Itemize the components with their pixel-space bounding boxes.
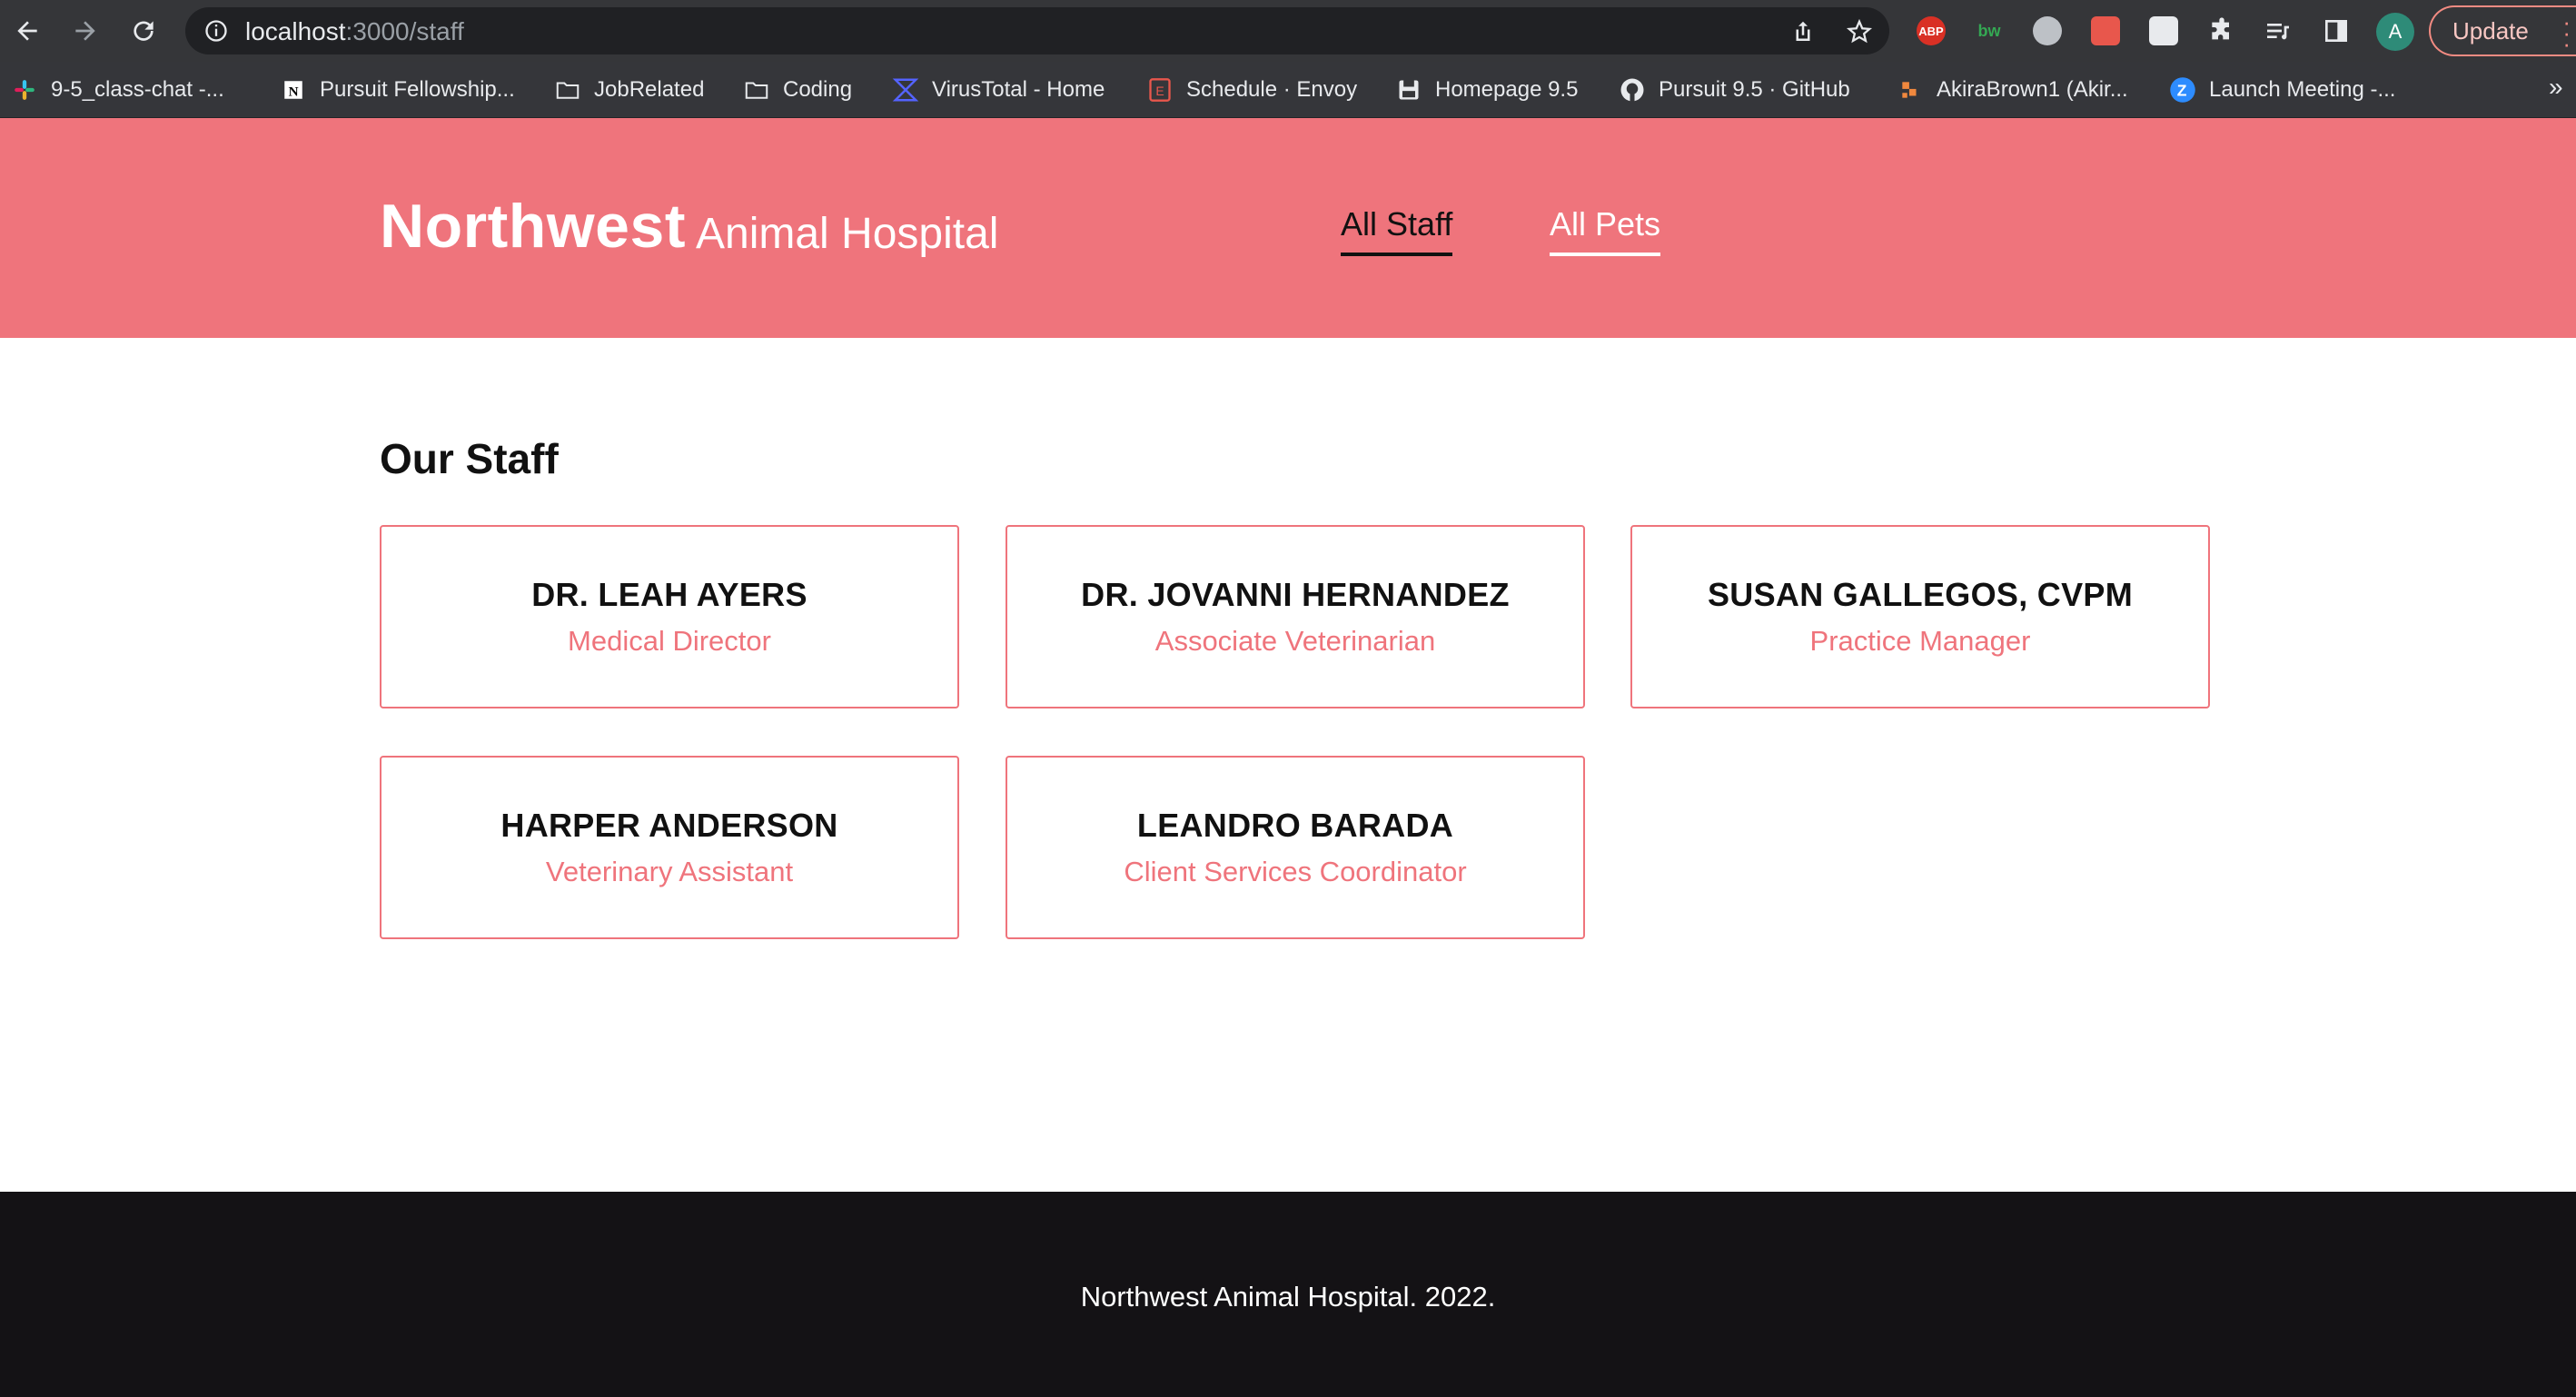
staff-role: Veterinary Assistant [545, 856, 794, 887]
svg-text:Z: Z [2177, 81, 2187, 99]
zoom-icon: Z [2169, 76, 2196, 104]
staff-name: SUSAN GALLEGOS, CVPM [1707, 576, 2134, 613]
bookmark-virustotal[interactable]: VirusTotal - Home [892, 74, 1105, 105]
logo-title[interactable]: Northwest [380, 191, 686, 262]
virustotal-icon [892, 76, 919, 104]
share-icon[interactable] [1789, 18, 1817, 45]
staff-role: Medical Director [568, 625, 771, 657]
staff-name: HARPER ANDERSON [500, 807, 838, 844]
url-host: localhost [245, 17, 346, 45]
staff-name: DR. JOVANNI HERNANDEZ [1081, 576, 1510, 613]
floppy-icon [1395, 76, 1422, 104]
staff-name: DR. LEAH AYERS [531, 576, 807, 613]
bookmark-coding[interactable]: Coding [743, 74, 852, 105]
folder-icon [554, 76, 581, 104]
adblock-plus-icon[interactable]: ABP [1917, 16, 1946, 45]
slack-icon [11, 76, 38, 104]
url-path: :3000/staff [345, 17, 464, 45]
bookmark-star-icon[interactable] [1846, 18, 1873, 45]
bookmark-pursuit-fellowship[interactable]: N Pursuit Fellowship... [280, 74, 515, 105]
reading-list-icon[interactable] [2264, 16, 2293, 45]
nav-all-pets[interactable]: All Pets [1550, 205, 1661, 256]
github-icon [1619, 76, 1646, 104]
svg-text:E: E [1155, 84, 1164, 98]
staff-name: LEANDRO BARADA [1136, 807, 1454, 844]
bitwarden-icon[interactable]: bw [1975, 16, 2004, 45]
staff-card[interactable]: LEANDRO BARADA Client Services Coordinat… [1006, 756, 1585, 939]
notion-icon: N [280, 76, 307, 104]
page-title: Our Staff [380, 435, 559, 482]
screenshot-extension-icon[interactable] [2149, 16, 2178, 45]
bookmarks-overflow-icon[interactable]: » [2549, 73, 2563, 102]
envoy-icon: E [1146, 76, 1174, 104]
site-header: Northwest Animal Hospital All Staff All … [0, 118, 2576, 338]
staff-card[interactable]: SUSAN GALLEGOS, CVPM Practice Manager [1630, 525, 2210, 708]
info-icon[interactable] [203, 18, 229, 44]
bookmark-homepage[interactable]: Homepage 9.5 [1395, 74, 1578, 105]
staff-card[interactable]: DR. LEAH AYERS Medical Director [380, 525, 959, 708]
staff-card[interactable]: DR. JOVANNI HERNANDEZ Associate Veterina… [1006, 525, 1585, 708]
circle-extension-icon[interactable] [2033, 16, 2062, 45]
bookmark-slack[interactable]: 9-5_class-chat -... [11, 74, 224, 105]
browser-toolbar: localhost:3000/staff ABP bw A Update · · · [0, 0, 2576, 62]
logo-subtitle: Animal Hospital [696, 210, 999, 258]
bookmark-zoom[interactable]: Z Launch Meeting -... [2169, 74, 2395, 105]
forward-arrow-icon[interactable] [67, 13, 104, 49]
bookmark-github[interactable]: Pursuit 9.5 · GitHub [1619, 74, 1850, 105]
update-button[interactable]: Update · · · [2429, 5, 2576, 56]
profile-avatar[interactable]: A [2376, 13, 2414, 51]
staff-role: Associate Veterinarian [1154, 625, 1436, 657]
side-panel-icon[interactable] [2322, 16, 2351, 45]
reload-icon[interactable] [125, 13, 162, 49]
orange-app-icon [1897, 76, 1924, 104]
svg-text:N: N [289, 84, 299, 100]
url-text[interactable]: localhost:3000/staff [245, 17, 464, 46]
puzzle-extensions-icon[interactable] [2207, 16, 2236, 45]
staff-card[interactable]: HARPER ANDERSON Veterinary Assistant [380, 756, 959, 939]
staff-role: Client Services Coordinator [1124, 856, 1467, 887]
bookmark-envoy[interactable]: E Schedule · Envoy [1146, 74, 1357, 105]
folder-icon [743, 76, 770, 104]
back-arrow-icon[interactable] [9, 13, 45, 49]
footer-text: Northwest Animal Hospital. 2022. [1080, 1281, 1496, 1313]
bookmarks-bar: 9-5_class-chat -... N Pursuit Fellowship… [0, 62, 2576, 118]
staff-role: Practice Manager [1809, 625, 2031, 657]
paw-extension-icon[interactable] [2091, 16, 2120, 45]
site-footer: Northwest Animal Hospital. 2022. [0, 1192, 2576, 1397]
bookmark-akirabrown[interactable]: AkiraBrown1 (Akir... [1897, 74, 2128, 105]
nav-all-staff[interactable]: All Staff [1341, 205, 1453, 256]
more-options-icon[interactable]: · · · [2562, 10, 2571, 55]
bookmark-jobrelated[interactable]: JobRelated [554, 74, 704, 105]
address-bar[interactable]: localhost:3000/staff [185, 7, 1889, 54]
